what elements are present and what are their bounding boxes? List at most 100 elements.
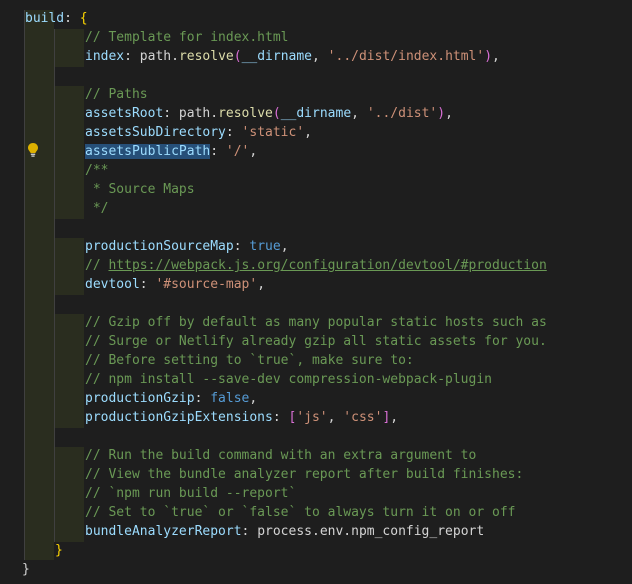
code-token: :	[233, 239, 250, 254]
code-token: ,	[257, 277, 266, 292]
code-line[interactable]: // Surge or Netlify already gzip all sta…	[85, 332, 547, 351]
code-token: (	[233, 49, 242, 64]
code-token: 'js'	[296, 410, 328, 425]
code-line[interactable]: // `npm run build --report`	[85, 484, 296, 503]
code-token: : process.env.npm_config_report	[241, 524, 485, 539]
code-token: ,	[249, 391, 258, 406]
code-token: ,	[492, 49, 500, 64]
code-line[interactable]: // Template for index.html	[85, 28, 289, 47]
code-token: false	[210, 391, 250, 406]
code-token: )	[437, 106, 446, 121]
code-token: ,	[280, 239, 289, 254]
code-token: 'css'	[343, 410, 383, 425]
code-line[interactable]: assetsRoot: path.resolve(__dirname, '../…	[85, 104, 453, 123]
code-line[interactable]: // Before setting to `true`, make sure t…	[85, 351, 414, 370]
indent-guide	[54, 86, 84, 219]
code-line[interactable]: */	[85, 199, 109, 218]
code-token: assetsSubDirectory	[85, 125, 226, 140]
code-line[interactable]: // Paths	[85, 85, 148, 104]
code-line[interactable]: devtool: '#source-map',	[85, 275, 265, 294]
code-token: : path.	[124, 49, 179, 64]
code-token: ,	[445, 106, 453, 121]
code-token: '/'	[225, 144, 250, 159]
code-token: ,	[312, 49, 328, 64]
code-token: resolve	[178, 49, 234, 64]
code-token: :	[272, 410, 289, 425]
code-token: // Template for index.html	[85, 30, 289, 45]
code-token: // Surge or Netlify already gzip all sta…	[85, 334, 547, 349]
code-token: productionGzipExtensions	[85, 410, 273, 425]
code-token: :	[210, 144, 226, 159]
code-token: // Set to `true` or `false` to always tu…	[85, 505, 516, 520]
code-line[interactable]: assetsPublicPath: '/',	[85, 142, 257, 161]
code-token: {	[79, 11, 88, 26]
code-line[interactable]: // https://webpack.js.org/configuration/…	[85, 256, 547, 275]
indent-line	[54, 29, 55, 542]
code-token: index	[85, 49, 125, 64]
code-token: // Before setting to `true`, make sure t…	[85, 353, 414, 368]
code-token: productionGzip	[85, 391, 195, 406]
indent-guide	[54, 29, 84, 67]
indent-line	[24, 10, 25, 560]
code-token: 'static'	[241, 125, 305, 140]
code-token: :	[225, 125, 242, 140]
code-line[interactable]: // Gzip off by default as many popular s…	[85, 313, 547, 332]
code-token: '../dist'	[366, 106, 438, 121]
code-token: }	[55, 543, 63, 558]
code-token: build	[25, 11, 65, 26]
code-token: // npm install --save-dev compression-we…	[85, 372, 492, 387]
code-token: :	[139, 277, 156, 292]
code-token: */	[85, 201, 109, 216]
code-line[interactable]: /**	[85, 161, 108, 180]
code-token: __dirname	[241, 49, 313, 64]
code-token: /**	[85, 163, 109, 178]
code-token: __dirname	[280, 106, 352, 121]
code-line[interactable]: // npm install --save-dev compression-we…	[85, 370, 492, 389]
code-token: : path.	[163, 106, 219, 121]
code-line[interactable]: productionGzip: false,	[85, 389, 257, 408]
code-token: '#source-map'	[155, 277, 258, 292]
code-token: //	[85, 258, 109, 273]
indent-guide	[54, 447, 84, 542]
code-token: :	[64, 11, 80, 26]
code-token: ,	[304, 125, 312, 140]
code-token: * Source Maps	[85, 182, 195, 197]
code-token: bundleAnalyzerReport	[85, 524, 242, 539]
code-line[interactable]: build: {	[25, 9, 88, 28]
code-token: ,	[390, 410, 399, 425]
indent-guide	[24, 10, 54, 560]
lightbulb-icon[interactable]	[26, 142, 40, 158]
code-token: (	[272, 106, 281, 121]
code-token: productionSourceMap	[85, 239, 234, 254]
code-line[interactable]: // View the bundle analyzer report after…	[85, 465, 523, 484]
code-editor[interactable]: build: { // Template for index.html index:…	[0, 0, 632, 584]
code-token: }	[22, 562, 30, 577]
code-line[interactable]: productionGzipExtensions: ['js', 'css'],	[85, 408, 398, 427]
code-line[interactable]: index: path.resolve(__dirname, '../dist/…	[85, 47, 500, 66]
indent-guide	[54, 238, 84, 295]
code-line[interactable]: }	[55, 541, 63, 560]
code-line[interactable]: }	[22, 560, 30, 579]
code-token: resolve	[218, 106, 273, 121]
code-token: '../dist/index.html'	[327, 49, 485, 64]
code-token: assetsPublicPath	[85, 144, 211, 159]
code-token: ,	[327, 410, 344, 425]
code-token: // View the bundle analyzer report after…	[85, 467, 524, 482]
code-token: // Gzip off by default as many popular s…	[85, 315, 547, 330]
code-line[interactable]: bundleAnalyzerReport: process.env.npm_co…	[85, 522, 484, 541]
code-line[interactable]: // Set to `true` or `false` to always tu…	[85, 503, 515, 522]
code-token: devtool	[85, 277, 140, 292]
code-token: ,	[351, 106, 367, 121]
code-line[interactable]: // Run the build command with an extra a…	[85, 446, 476, 465]
code-token: // Paths	[85, 87, 148, 102]
code-line[interactable]: * Source Maps	[85, 180, 195, 199]
code-line[interactable]: assetsSubDirectory: 'static',	[85, 123, 312, 142]
code-token: :	[194, 391, 211, 406]
code-token: )	[484, 49, 493, 64]
indent-guide	[54, 314, 84, 428]
code-token: https://webpack.js.org/configuration/dev…	[108, 258, 547, 273]
code-token: // `npm run build --report`	[85, 486, 297, 501]
code-token: ,	[249, 144, 258, 159]
code-line[interactable]: productionSourceMap: true,	[85, 237, 289, 256]
code-token: // Run the build command with an extra a…	[85, 448, 477, 463]
